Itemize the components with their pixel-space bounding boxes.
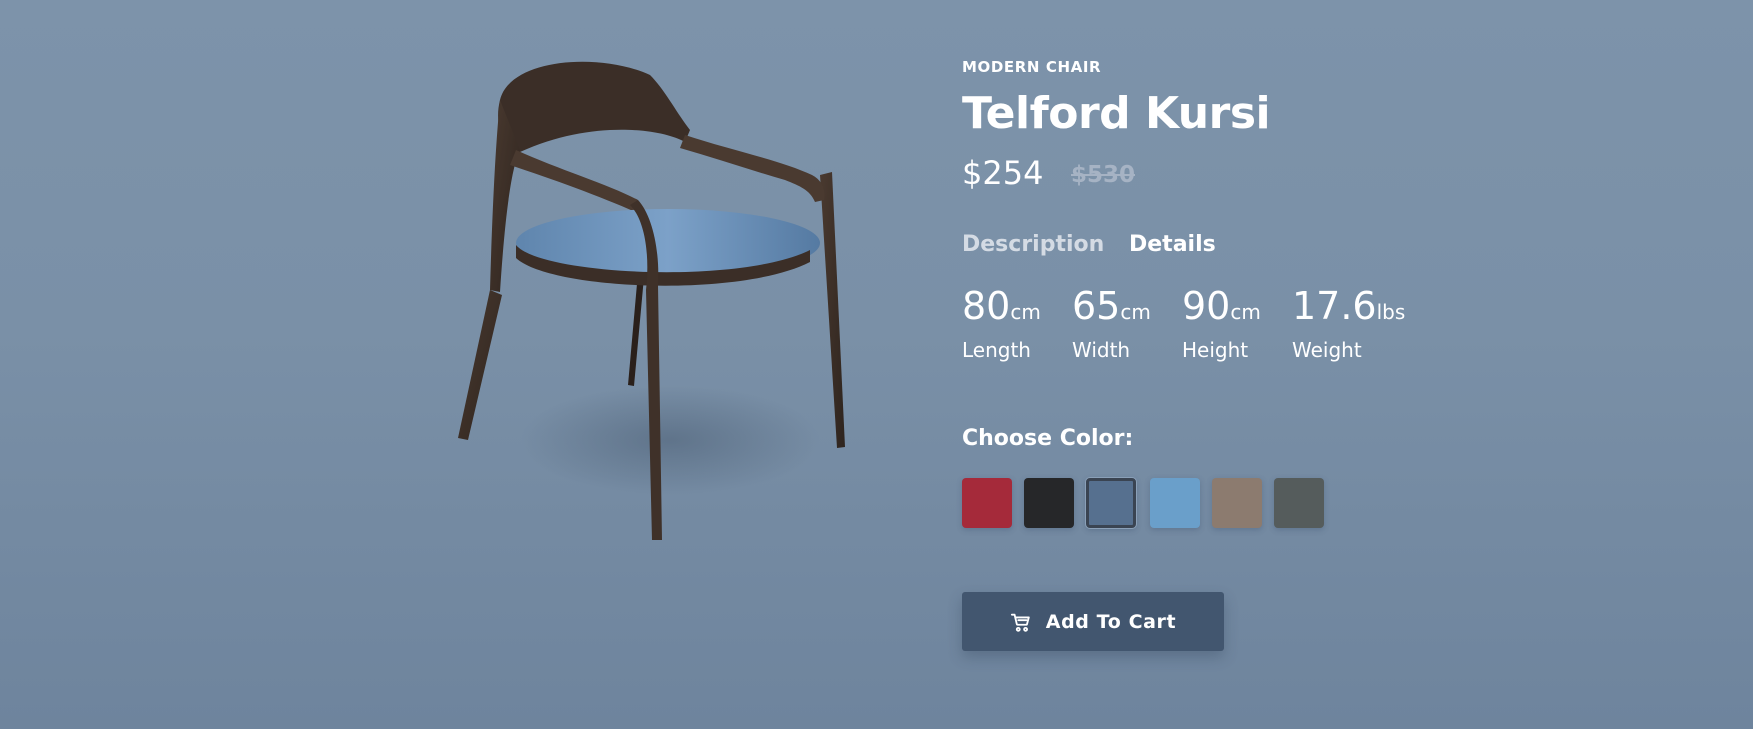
color-swatch-blue-velvet[interactable] (1086, 478, 1136, 528)
color-swatch-taupe[interactable] (1212, 478, 1262, 528)
spec-width-value: 65 (1072, 284, 1121, 328)
spec-width-unit: cm (1120, 300, 1151, 324)
color-swatch-light-blue[interactable] (1150, 478, 1200, 528)
product-old-price: $530 (1071, 162, 1136, 188)
spec-weight-label: Weight (1292, 338, 1362, 362)
spec-width-label: Width (1072, 338, 1131, 362)
spec-length-label: Length (962, 338, 1031, 362)
spec-height: 90cm Height (1182, 284, 1261, 362)
color-swatch-gray[interactable] (1274, 478, 1324, 528)
color-swatch-red[interactable] (962, 478, 1012, 528)
spec-length-value: 80 (962, 284, 1011, 328)
product-category: MODERN CHAIR (962, 58, 1102, 76)
spec-height-label: Height (1182, 338, 1249, 362)
add-to-cart-button[interactable]: Add To Cart (962, 592, 1224, 651)
spec-weight-value: 17.6 (1292, 284, 1377, 328)
spec-weight: 17.6lbs Weight (1292, 284, 1405, 362)
choose-color-heading: Choose Color: (962, 426, 1134, 451)
spec-weight-unit: lbs (1376, 300, 1406, 324)
add-to-cart-label: Add To Cart (1045, 610, 1177, 633)
cart-icon (1010, 613, 1030, 632)
spec-height-unit: cm (1230, 300, 1261, 324)
tab-description[interactable]: Description (962, 232, 1104, 257)
spec-length-unit: cm (1010, 300, 1041, 324)
color-swatch-black[interactable] (1024, 478, 1074, 528)
spec-length: 80cm Length (962, 284, 1041, 362)
spec-width: 65cm Width (1072, 284, 1151, 362)
product-image (458, 61, 845, 540)
spec-height-value: 90 (1182, 284, 1231, 328)
product-price: $254 (962, 154, 1044, 192)
tab-details[interactable]: Details (1129, 232, 1216, 257)
product-title: Telford Kursi (962, 88, 1271, 139)
